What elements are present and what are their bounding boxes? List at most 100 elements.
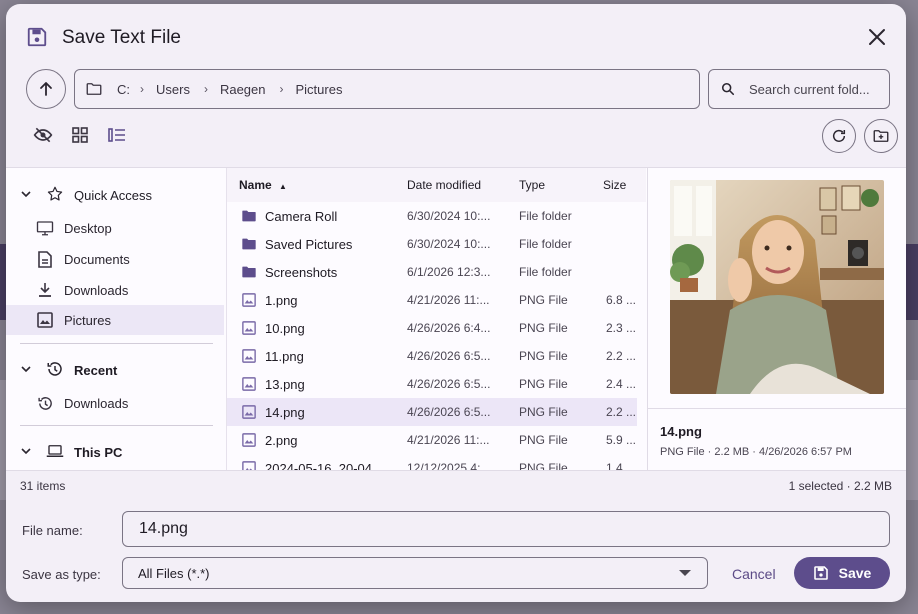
file-size: 2.2 ...	[606, 349, 637, 363]
section-label: Recent	[74, 362, 118, 378]
document-icon	[36, 250, 54, 268]
search-box[interactable]	[708, 69, 890, 109]
section-quick-access[interactable]: Quick Access	[6, 180, 224, 210]
file-row[interactable]: 1.png 4/21/2026 11:... PNG File 6.8 ...	[227, 286, 637, 314]
monitor-icon	[36, 219, 54, 237]
file-type: PNG File	[519, 405, 568, 419]
file-name: 2.png	[241, 432, 298, 448]
star-icon	[46, 185, 64, 206]
preview-file-meta: PNG File · 2.2 MB · 4/26/2026 6:57 PM	[660, 446, 852, 458]
file-row[interactable]: 14.png 4/26/2026 6:5... PNG File 2.2 ...	[227, 398, 637, 426]
file-row[interactable]: 10.png 4/26/2026 6:4... PNG File 2.3 ...	[227, 314, 637, 342]
navigate-up-button[interactable]	[26, 69, 66, 109]
folder-icon	[241, 208, 257, 224]
sidebar-item-pictures[interactable]: Pictures	[6, 305, 224, 335]
file-row[interactable]: 2024-05-16_20-04... 12/12/2025 4:... PNG F…	[227, 454, 637, 471]
file-row[interactable]: Saved Pictures 6/30/2024 10:... File folde…	[227, 230, 637, 258]
file-name: 14.png	[241, 404, 305, 420]
section-label: This PC	[74, 444, 123, 460]
file-type: File folder	[519, 209, 572, 223]
sidebar-item-recent-downloads[interactable]: Downloads	[6, 388, 224, 418]
file-type: File folder	[519, 265, 572, 279]
sidebar-item-desktop[interactable]: Desktop	[6, 213, 224, 243]
file-name: Saved Pictures	[241, 236, 352, 252]
refresh-button[interactable]	[822, 119, 856, 153]
file-type: PNG File	[519, 349, 568, 363]
history-icon	[36, 394, 54, 412]
column-header-size[interactable]: Size	[603, 178, 626, 192]
image-file-icon	[241, 292, 257, 308]
image-file-icon	[241, 320, 257, 336]
sidebar-divider	[20, 425, 213, 426]
column-header-name[interactable]: Name ▲	[239, 178, 287, 192]
folder-icon	[241, 264, 257, 280]
section-this-pc[interactable]: This PC	[6, 437, 224, 467]
image-icon	[36, 311, 54, 329]
breadcrumb-item[interactable]: Pictures	[296, 82, 343, 97]
save-button-label: Save	[838, 565, 872, 581]
search-input[interactable]	[749, 81, 889, 97]
floppy-disk-icon	[813, 565, 829, 581]
sort-ascending-icon: ▲	[279, 182, 287, 191]
chevron-down-icon	[20, 363, 36, 378]
sidebar-item-label: Desktop	[64, 220, 112, 236]
new-folder-button[interactable]	[864, 119, 898, 153]
chevron-down-icon	[20, 188, 36, 203]
image-file-icon	[241, 432, 257, 448]
file-name-input[interactable]	[122, 511, 890, 547]
file-name: Screenshots	[241, 264, 337, 280]
image-file-icon	[241, 348, 257, 364]
cancel-button[interactable]: Cancel	[722, 564, 786, 584]
file-row[interactable]: 11.png 4/26/2026 6:5... PNG File 2.2 ...	[227, 342, 637, 370]
file-row[interactable]: 2.png 4/21/2026 11:... PNG File 5.9 ...	[227, 426, 637, 454]
chevron-down-icon	[20, 445, 36, 460]
browser-content: Quick Access Desktop Documents Downloads…	[6, 167, 906, 471]
file-date: 4/21/2026 11:...	[407, 433, 490, 447]
image-file-icon	[241, 404, 257, 420]
column-header-type[interactable]: Type	[519, 178, 545, 192]
save-type-select[interactable]: All Files (*.*)	[122, 557, 708, 589]
file-row[interactable]: 13.png 4/26/2026 6:5... PNG File 2.4 ...	[227, 370, 637, 398]
file-type: File folder	[519, 237, 572, 251]
sidebar-divider	[20, 343, 213, 344]
breadcrumb-item[interactable]: Users	[156, 82, 190, 97]
folder-icon	[241, 236, 257, 252]
sidebar-item-label: Documents	[64, 251, 130, 267]
file-date: 4/26/2026 6:5...	[407, 349, 491, 363]
file-date: 4/26/2026 6:4...	[407, 321, 491, 335]
file-date: 4/21/2026 11:...	[407, 293, 490, 307]
file-list: Name ▲ Date modified Type Size Camera Ro…	[226, 168, 646, 471]
new-folder-icon	[873, 130, 889, 142]
breadcrumb-item[interactable]: C:	[117, 82, 130, 97]
file-type: PNG File	[519, 377, 568, 391]
eye-off-icon[interactable]	[32, 124, 54, 146]
file-name-label: File name:	[22, 523, 83, 538]
file-date: 6/30/2024 10:...	[407, 237, 491, 251]
file-size: 5.9 ...	[606, 433, 637, 447]
item-count: 31 items	[20, 479, 66, 493]
column-header-date[interactable]: Date modified	[407, 178, 481, 192]
sidebar-item-documents[interactable]: Documents	[6, 244, 224, 274]
save-type-value: All Files (*.*)	[138, 565, 210, 581]
arrow-up-icon	[40, 82, 52, 96]
close-button[interactable]	[862, 22, 892, 52]
breadcrumb[interactable]: C: › Users › Raegen › Pictures	[74, 69, 700, 109]
preview-divider	[648, 408, 906, 409]
file-list-header: Name ▲ Date modified Type Size	[227, 168, 646, 202]
breadcrumb-item[interactable]: Raegen	[220, 82, 266, 97]
file-name: Camera Roll	[241, 208, 337, 224]
file-type: PNG File	[519, 321, 568, 335]
list-view-icon[interactable]	[106, 124, 128, 146]
file-date: 4/26/2026 6:5...	[407, 377, 491, 391]
file-row[interactable]: Camera Roll 6/30/2024 10:... File folder	[227, 202, 637, 230]
save-type-label: Save as type:	[22, 567, 101, 582]
floppy-disk-icon	[26, 26, 48, 48]
save-button[interactable]: Save	[794, 557, 890, 589]
chevron-right-icon: ›	[203, 82, 208, 96]
file-row[interactable]: Screenshots 6/1/2026 12:3... File folder	[227, 258, 637, 286]
grid-view-icon[interactable]	[69, 124, 91, 146]
file-name: 11.png	[241, 348, 304, 364]
sidebar-item-downloads[interactable]: Downloads	[6, 275, 224, 305]
file-type: PNG File	[519, 433, 568, 447]
section-recent[interactable]: Recent	[6, 355, 224, 385]
